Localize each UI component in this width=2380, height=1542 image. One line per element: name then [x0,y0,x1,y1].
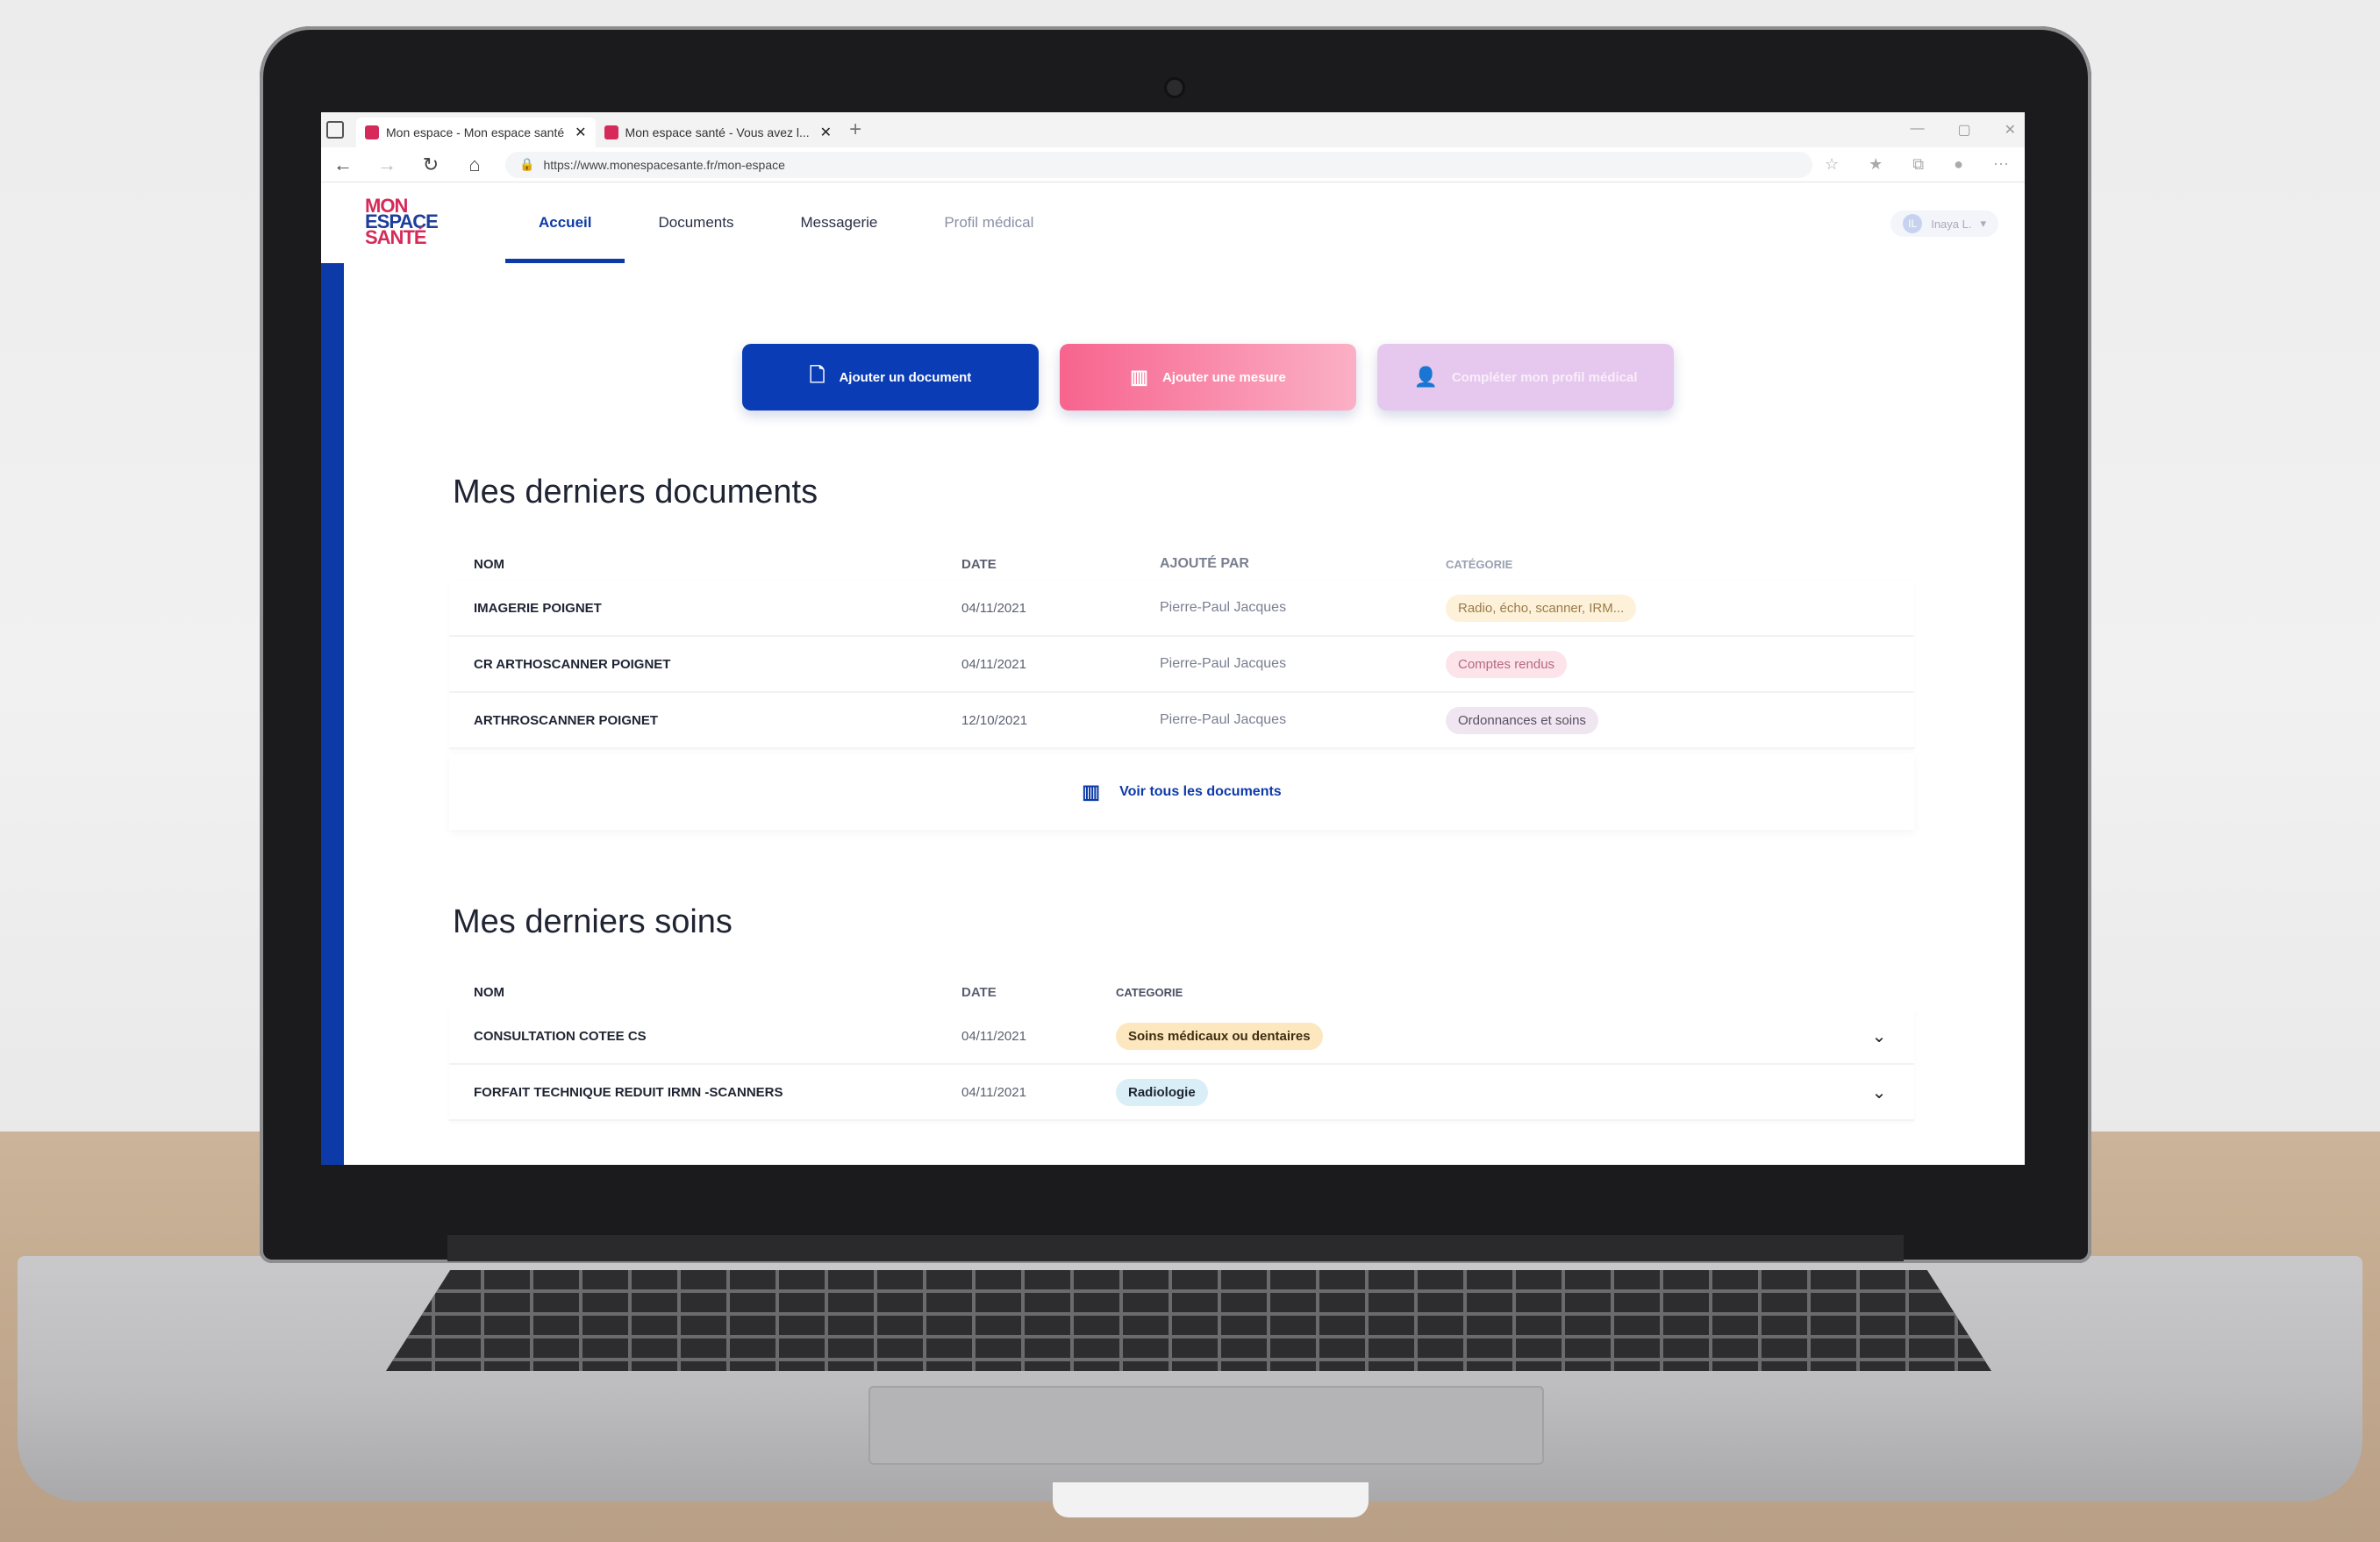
nav-profil-medical[interactable]: Profil médical [911,182,1067,263]
doc-name: ARTHROSCANNER POIGNET [474,712,659,728]
webcam [1164,77,1185,98]
lock-icon: 🔒 [519,157,535,171]
collections-icon[interactable]: ⧉ [1912,155,1924,174]
browser-extensions: ☆ ★ ⧉ ● ⋯ [1825,155,2025,174]
tab-title: Mon espace - Mon espace santé [386,125,565,139]
see-all-label: Voir tous les documents [1119,784,1282,799]
category-badge: Radiologie [1116,1078,1208,1106]
complete-profile-label: Compléter mon profil médical [1451,369,1638,385]
main-nav: Accueil Documents Messagerie Profil médi… [505,182,1067,263]
add-measure-label: Ajouter une mesure [1161,369,1286,385]
favorite-add-icon[interactable]: ☆ [1825,155,1839,174]
sidebar-accent [321,263,344,1165]
table-row[interactable]: ARTHROSCANNER POIGNET 12/10/2021 Pierre-… [449,693,1914,749]
category-badge: Comptes rendus [1446,650,1568,678]
nav-accueil[interactable]: Accueil [505,182,625,263]
documents-table: NOM DATE AJOUTÉ PAR CATÉGORIE IMAGERIE P… [449,547,1914,749]
forward-icon[interactable]: → [365,153,409,176]
table-row[interactable]: FORFAIT TECHNIQUE REDUIT IRMN -SCANNERS … [449,1065,1914,1121]
chart-icon: ▥ [1130,366,1148,388]
col-date[interactable]: DATE [961,557,1160,572]
laptop-keyboard [386,1270,1991,1371]
laptop-trackpad [868,1386,1544,1465]
category-badge: Radio, écho, scanner, IRM... [1446,594,1637,622]
maximize-icon[interactable]: ▢ [1957,121,1970,139]
tab-title: Mon espace santé - Vous avez l... [625,125,810,139]
close-tab-icon[interactable]: ✕ [575,124,586,141]
soin-name: FORFAIT TECHNIQUE REDUIT IRMN -SCANNERS [474,1084,783,1100]
doc-name: CR ARTHOSCANNER POIGNET [474,656,671,672]
complete-profile-button[interactable]: 👤 Compléter mon profil médical [1377,344,1674,410]
user-icon: 👤 [1413,366,1438,388]
soin-name: CONSULTATION COTEE CS [474,1028,647,1044]
doc-date: 12/10/2021 [961,712,1028,728]
see-all-documents-link[interactable]: ▥ Voir tous les documents [449,754,1914,830]
app-header: MON ESPACE SANTÉ Accueil Documents Messa… [321,182,2025,263]
profile-icon[interactable]: ● [1954,155,1963,174]
col-category[interactable]: CATÉGORIE [1446,558,1914,571]
soin-date: 04/11/2021 [961,1028,1026,1044]
doc-name: IMAGERIE POIGNET [474,600,602,616]
favorites-icon[interactable]: ★ [1869,155,1883,174]
doc-added-by: Pierre-Paul Jacques [1160,712,1287,727]
col-added-by[interactable]: AJOUTÉ PAR [1160,556,1446,572]
soins-table-header: NOM DATE CATEGORIE [449,975,1914,1009]
nav-messagerie[interactable]: Messagerie [767,182,911,263]
close-tab-icon[interactable]: ✕ [820,124,832,141]
add-measure-button[interactable]: ▥ Ajouter une mesure [1060,344,1356,410]
reload-icon[interactable]: ↻ [409,153,453,176]
laptop-hinge [447,1235,1904,1261]
documents-table-header: NOM DATE AJOUTÉ PAR CATÉGORIE [449,547,1914,581]
close-window-icon[interactable]: ✕ [2005,121,2016,139]
nav-documents[interactable]: Documents [625,182,767,263]
col-nom[interactable]: NOM [449,985,961,1000]
table-row[interactable]: IMAGERIE POIGNET 04/11/2021 Pierre-Paul … [449,581,1914,637]
table-row[interactable]: CONSULTATION COTEE CS 04/11/2021 Soins m… [449,1009,1914,1065]
add-document-label: Ajouter un document [839,369,972,385]
browser-tab-active[interactable]: Mon espace - Mon espace santé ✕ [356,118,596,147]
brand-logo[interactable]: MON ESPACE SANTÉ [365,196,439,251]
doc-date: 04/11/2021 [961,656,1026,672]
favicon-icon [604,125,618,139]
quick-actions: 🗋 Ajouter un document ▥ Ajouter une mesu… [742,344,1674,410]
screen: Mon espace - Mon espace santé ✕ Mon espa… [321,112,2025,1165]
chevron-down-icon: ▾ [1980,217,1986,230]
window-controls: — ▢ ✕ [1910,121,2025,139]
back-icon[interactable]: ← [321,153,365,176]
doc-added-by: Pierre-Paul Jacques [1160,656,1287,671]
more-icon[interactable]: ⋯ [1993,155,2009,174]
favicon-icon [365,125,379,139]
soins-table: NOM DATE CATEGORIE CONSULTATION COTEE CS… [449,975,1914,1121]
soin-date: 04/11/2021 [961,1084,1026,1100]
col-nom[interactable]: NOM [449,557,961,572]
documents-section-title: Mes derniers documents [453,474,818,510]
category-badge: Soins médicaux ou dentaires [1116,1022,1323,1050]
doc-date: 04/11/2021 [961,600,1026,616]
category-badge: Ordonnances et soins [1446,706,1598,734]
browser-tabbar: Mon espace - Mon espace santé ✕ Mon espa… [321,112,2025,147]
home-icon[interactable]: ⌂ [453,153,497,176]
browser-toolbar: ← → ↻ ⌂ 🔒 https://www.monespacesante.fr/… [321,147,2025,182]
user-menu[interactable]: IL Inaya L. ▾ [1890,211,1998,237]
user-name: Inaya L. [1931,217,1972,231]
chart-icon: ▥ [1082,781,1101,803]
document-icon: 🗋 [809,364,825,386]
chevron-down-icon[interactable]: ⌄ [1844,1082,1914,1103]
browser-tab[interactable]: Mon espace santé - Vous avez l... ✕ [596,118,841,147]
col-category[interactable]: CATEGORIE [1116,986,1914,999]
minimize-icon[interactable]: — [1910,121,1924,139]
table-row[interactable]: CR ARTHOSCANNER POIGNET 04/11/2021 Pierr… [449,637,1914,693]
soins-section-title: Mes derniers soins [453,903,733,940]
avatar: IL [1903,214,1923,233]
url-text: https://www.monespacesante.fr/mon-espace [543,157,785,172]
main-content: 🗋 Ajouter un document ▥ Ajouter une mesu… [344,263,2025,1165]
laptop-notch [1053,1482,1369,1517]
add-document-button[interactable]: 🗋 Ajouter un document [742,344,1039,410]
col-date[interactable]: DATE [961,985,1116,1000]
address-bar[interactable]: 🔒 https://www.monespacesante.fr/mon-espa… [505,151,1812,178]
tab-actions-icon[interactable] [326,121,344,139]
new-tab-button[interactable]: + [849,118,861,142]
chevron-down-icon[interactable]: ⌄ [1844,1025,1914,1047]
doc-added-by: Pierre-Paul Jacques [1160,600,1287,615]
